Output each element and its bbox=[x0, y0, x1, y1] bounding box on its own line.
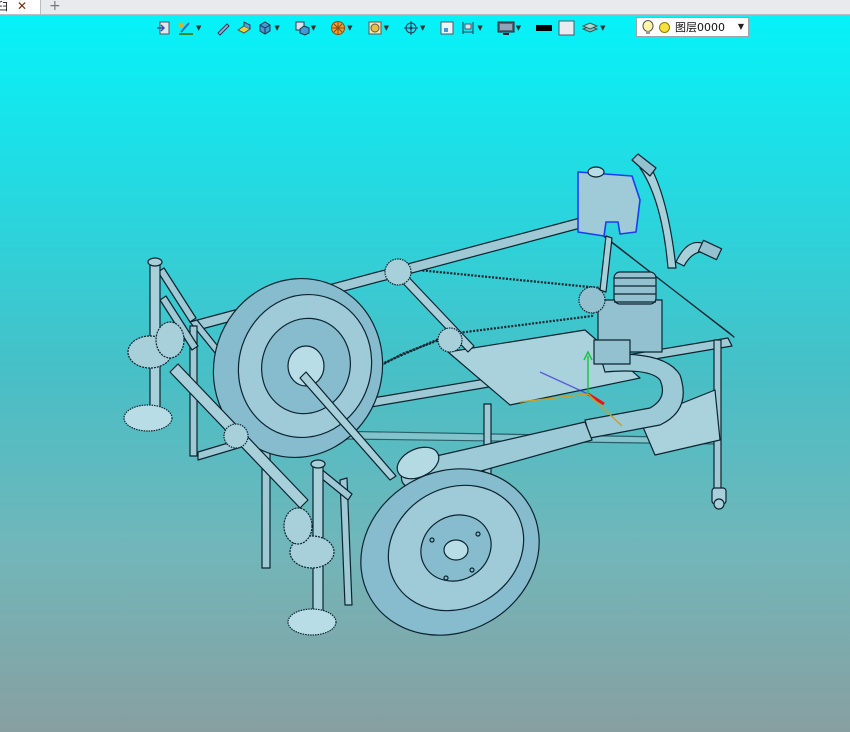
cube-button[interactable]: ▼ bbox=[256, 17, 280, 39]
prism-button[interactable] bbox=[235, 17, 253, 39]
dimension-icon bbox=[462, 22, 474, 34]
chevron-down-icon[interactable]: ▼ bbox=[274, 24, 279, 32]
tricycle-model[interactable] bbox=[0, 15, 850, 732]
sketch-button[interactable]: ▼ bbox=[176, 17, 202, 39]
right-wheel bbox=[360, 468, 540, 636]
shape-icon bbox=[368, 21, 382, 35]
block-icon bbox=[295, 21, 310, 36]
document-tab[interactable]: 臼 ✕ bbox=[0, 0, 41, 14]
shape-button[interactable]: ▼ bbox=[366, 17, 390, 39]
3d-viewport[interactable] bbox=[0, 15, 850, 732]
prism-icon bbox=[237, 21, 252, 34]
frame-button[interactable] bbox=[438, 17, 456, 39]
chevron-down-icon[interactable]: ▼ bbox=[347, 24, 352, 32]
chevron-down-icon[interactable]: ▼ bbox=[384, 24, 389, 32]
block-button[interactable]: ▼ bbox=[293, 17, 317, 39]
layer-selector[interactable]: 图层0000 ▼ bbox=[636, 17, 749, 37]
chevron-down-icon[interactable]: ▼ bbox=[516, 24, 521, 32]
white-color-button[interactable] bbox=[557, 17, 577, 39]
import-button[interactable] bbox=[155, 17, 173, 39]
view-toolbar: ▼ ▼ ▼ ▼ ▼ ▼ ▼ ▼ ▼ bbox=[155, 16, 607, 40]
chevron-down-icon[interactable]: ▼ bbox=[477, 24, 482, 32]
sprocket-left bbox=[223, 423, 249, 449]
wheel-icon bbox=[331, 21, 346, 35]
rear-caster bbox=[711, 487, 727, 510]
fuel-tank bbox=[577, 171, 641, 237]
sprocket-mid bbox=[437, 327, 463, 353]
fuel-line bbox=[599, 235, 613, 293]
wheel-button[interactable]: ▼ bbox=[329, 17, 353, 39]
sketch-icon bbox=[178, 22, 193, 35]
layer-stack-button[interactable]: ▼ bbox=[580, 17, 606, 39]
layer-stack-icon bbox=[581, 22, 599, 33]
pencil-button[interactable] bbox=[214, 17, 232, 39]
chevron-down-icon[interactable]: ▼ bbox=[600, 24, 605, 32]
sprocket-top bbox=[384, 258, 412, 286]
cube-icon bbox=[259, 21, 271, 35]
frame-icon bbox=[440, 21, 454, 35]
chevron-down-icon[interactable]: ▼ bbox=[420, 24, 425, 32]
move-button[interactable]: ▼ bbox=[402, 17, 426, 39]
document-tab-label: 臼 bbox=[0, 0, 8, 13]
white-color-icon bbox=[558, 20, 575, 36]
new-tab-icon[interactable]: + bbox=[49, 0, 61, 14]
pencil-icon bbox=[217, 23, 231, 36]
close-tab-icon[interactable]: ✕ bbox=[17, 0, 27, 13]
move-icon bbox=[403, 21, 418, 35]
handlebar bbox=[639, 161, 677, 269]
steering-post-left bbox=[123, 257, 185, 432]
layer-name: 图层0000 bbox=[675, 21, 725, 34]
display-icon bbox=[497, 21, 515, 35]
lightbulb-icon[interactable] bbox=[641, 20, 655, 36]
chevron-down-icon[interactable]: ▼ bbox=[311, 24, 316, 32]
layer-color-icon[interactable] bbox=[659, 22, 670, 33]
chevron-down-icon[interactable]: ▼ bbox=[196, 24, 201, 32]
black-color-icon bbox=[536, 25, 553, 31]
display-button[interactable]: ▼ bbox=[496, 17, 522, 39]
tab-bar: 臼 ✕ + bbox=[0, 0, 850, 15]
import-icon bbox=[157, 21, 170, 35]
app-window: 臼 ✕ + ▼ ▼ ▼ ▼ ▼ ▼ ▼ ▼ ▼ 图层0000 ▼ bbox=[0, 0, 850, 732]
dimension-button[interactable]: ▼ bbox=[459, 17, 483, 39]
chevron-down-icon[interactable]: ▼ bbox=[738, 17, 744, 37]
black-color-button[interactable] bbox=[534, 17, 554, 39]
